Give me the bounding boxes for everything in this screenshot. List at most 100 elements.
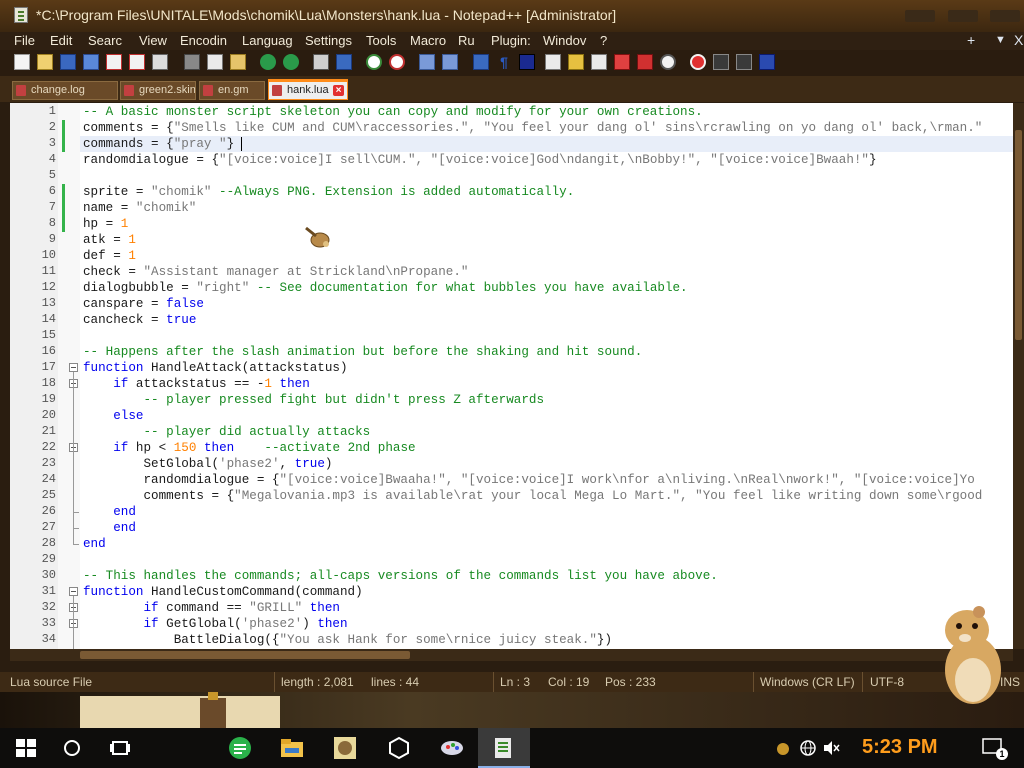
- tab-hank-lua[interactable]: hank.lua ×: [268, 79, 348, 100]
- doc-map-icon[interactable]: [568, 54, 584, 70]
- line-number: 21: [41, 424, 56, 438]
- search-icon[interactable]: [60, 736, 84, 760]
- tab-list-icon[interactable]: ▼: [995, 34, 1006, 46]
- record-macro-icon[interactable]: [690, 54, 706, 70]
- menu-run[interactable]: Ru: [458, 33, 475, 48]
- line-number: 20: [41, 408, 56, 422]
- eye-icon[interactable]: [660, 54, 676, 70]
- open-file-icon[interactable]: [37, 54, 53, 70]
- sync-vertical-icon[interactable]: [419, 54, 435, 70]
- menu-file[interactable]: File: [14, 33, 35, 48]
- line-number: 26: [41, 504, 56, 518]
- menu-edit[interactable]: Edit: [50, 33, 72, 48]
- close-doc-icon[interactable]: X: [1014, 32, 1023, 48]
- code-line-2: comments = {"Smells like CUM and CUM\rac…: [83, 121, 983, 135]
- fold-toggle[interactable]: [69, 587, 78, 596]
- file-icon: [203, 85, 213, 96]
- code-editor[interactable]: 1 2 3 4 5 6 7 8 9 10 11 12 13 14 15 16 17 18 19 20 21 22 23 24 2…: [10, 103, 1013, 649]
- zoom-out-icon[interactable]: [389, 54, 405, 70]
- menu-settings[interactable]: Settings: [305, 33, 352, 48]
- tab-label: hank.lua: [287, 84, 329, 96]
- windows-start-icon[interactable]: [14, 736, 38, 760]
- show-all-chars-icon[interactable]: ¶: [496, 54, 512, 70]
- menu-help[interactable]: ?: [600, 33, 607, 48]
- unity-icon[interactable]: [387, 736, 411, 760]
- udl-icon[interactable]: [545, 54, 561, 70]
- close-all-icon[interactable]: [129, 54, 145, 70]
- vertical-scroll-thumb[interactable]: [1015, 130, 1022, 340]
- run-macro-multiple-icon[interactable]: [759, 54, 775, 70]
- status-bar: Lua source File length : 2,081 lines : 4…: [0, 672, 1024, 692]
- code-line-10: def = 1: [83, 249, 136, 263]
- folder-workspace-icon[interactable]: [614, 54, 630, 70]
- status-length: length : 2,081: [281, 675, 354, 689]
- fold-toggle[interactable]: [69, 363, 78, 372]
- game-app-icon[interactable]: [333, 736, 357, 760]
- menu-view[interactable]: View: [139, 33, 167, 48]
- status-separator: [862, 672, 863, 692]
- play-macro-icon[interactable]: [736, 54, 752, 70]
- save-all-icon[interactable]: [83, 54, 99, 70]
- maximize-button[interactable]: [948, 10, 978, 22]
- paste-icon[interactable]: [230, 54, 246, 70]
- menu-language[interactable]: Languag: [242, 33, 293, 48]
- menu-encoding[interactable]: Encodin: [180, 33, 227, 48]
- line-number: 11: [41, 264, 56, 278]
- menu-tools[interactable]: Tools: [366, 33, 396, 48]
- status-line-number: Ln : 3: [500, 675, 531, 689]
- zoom-in-icon[interactable]: [366, 54, 382, 70]
- tab-change-log[interactable]: change.log: [12, 81, 118, 100]
- print-icon[interactable]: [152, 54, 168, 70]
- tab-green2-skin[interactable]: green2.skin: [120, 81, 196, 100]
- code-line-8: hp = 1: [83, 217, 129, 231]
- line-number: 9: [48, 232, 56, 246]
- redo-icon[interactable]: [283, 54, 299, 70]
- menu-plugins[interactable]: Plugin:: [491, 33, 531, 48]
- hamster-sprite-icon: [945, 606, 1001, 704]
- sync-horizontal-icon[interactable]: [442, 54, 458, 70]
- notes-app-icon[interactable]: [228, 736, 252, 760]
- monitoring-icon[interactable]: [637, 54, 653, 70]
- horizontal-scroll-thumb[interactable]: [80, 651, 410, 659]
- network-globe-icon[interactable]: [800, 740, 816, 756]
- tray-app-icon[interactable]: [776, 742, 790, 756]
- file-explorer-icon[interactable]: [280, 736, 304, 760]
- replace-icon[interactable]: [336, 54, 352, 70]
- task-view-icon[interactable]: [108, 736, 132, 760]
- menu-search[interactable]: Searc: [88, 33, 122, 48]
- code-line-25: comments = {"Megalovania.mp3 is availabl…: [83, 489, 983, 503]
- stop-macro-icon[interactable]: [713, 54, 729, 70]
- notepadpp-taskbar-button[interactable]: [478, 728, 530, 768]
- status-separator: [753, 672, 754, 692]
- close-icon[interactable]: [106, 54, 122, 70]
- code-line-4: randomdialogue = {"[voice:voice]I sell\C…: [83, 153, 877, 167]
- function-list-icon[interactable]: [591, 54, 607, 70]
- undo-icon[interactable]: [260, 54, 276, 70]
- find-icon[interactable]: [313, 54, 329, 70]
- close-window-button[interactable]: [990, 10, 1020, 22]
- code-line-21: -- player did actually attacks: [83, 425, 371, 439]
- paint-app-icon[interactable]: [440, 736, 464, 760]
- minimize-button[interactable]: [905, 10, 935, 22]
- volume-muted-icon[interactable]: [822, 740, 840, 756]
- save-icon[interactable]: [60, 54, 76, 70]
- line-number: 27: [41, 520, 56, 534]
- line-number: 16: [41, 344, 56, 358]
- line-number: 7: [48, 200, 56, 214]
- line-number: 23: [41, 456, 56, 470]
- taskbar-clock[interactable]: 5:23 PM: [862, 736, 938, 759]
- indent-guide-icon[interactable]: [519, 54, 535, 70]
- copy-icon[interactable]: [207, 54, 223, 70]
- code-line-30: -- This handles the commands; all-caps v…: [83, 569, 718, 583]
- cut-icon[interactable]: [184, 54, 200, 70]
- new-file-icon[interactable]: [14, 54, 30, 70]
- new-tab-icon[interactable]: +: [967, 32, 975, 48]
- tab-en-gm[interactable]: en.gm: [199, 81, 265, 100]
- code-line-32: if command == "GRILL" then: [83, 601, 340, 615]
- close-tab-icon[interactable]: ×: [333, 85, 344, 96]
- menu-macro[interactable]: Macro: [410, 33, 446, 48]
- word-wrap-icon[interactable]: [473, 54, 489, 70]
- menu-window[interactable]: Windov: [543, 33, 586, 48]
- code-line-16: -- Happens after the slash animation but…: [83, 345, 643, 359]
- line-number: 13: [41, 296, 56, 310]
